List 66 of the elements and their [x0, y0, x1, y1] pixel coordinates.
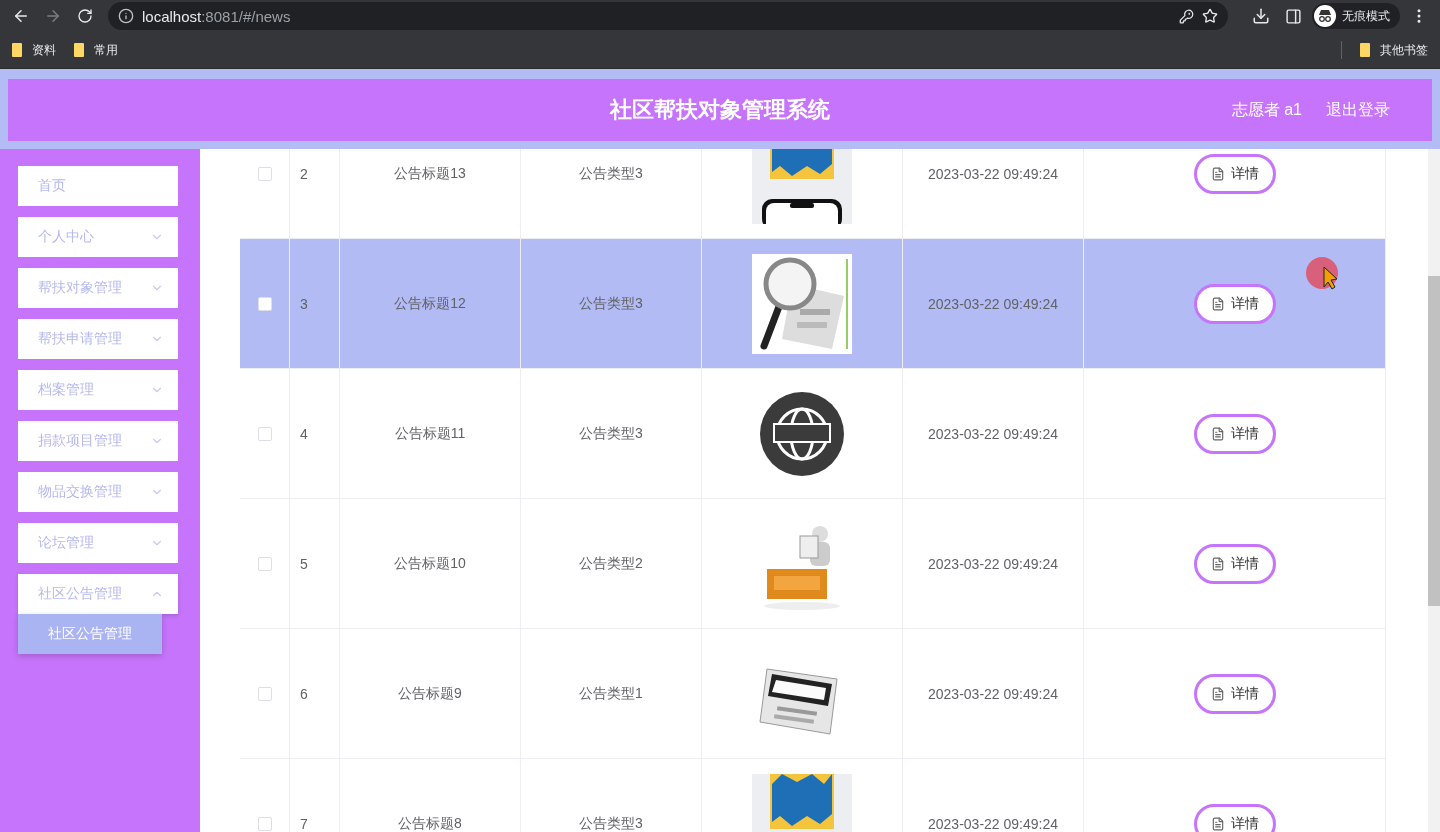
profile-button[interactable]: 无痕模式: [1312, 3, 1400, 29]
title-cell: 公告标题8: [398, 814, 462, 832]
detail-button[interactable]: 详情: [1193, 543, 1276, 584]
key-icon[interactable]: [1179, 8, 1194, 24]
row-checkbox[interactable]: [257, 166, 272, 181]
scrollbar[interactable]: [1428, 149, 1440, 832]
index-cell: 7: [300, 815, 308, 832]
download-icon[interactable]: [1252, 7, 1270, 25]
table-row[interactable]: 6 公告标题9 公告类型1 2023-03-22 09:49:24 详情: [240, 629, 1386, 759]
detail-button[interactable]: 详情: [1193, 673, 1276, 714]
type-cell: 公告类型3: [579, 424, 643, 443]
row-checkbox[interactable]: [257, 556, 272, 571]
folder-icon: [12, 43, 22, 57]
title-cell: 公告标题12: [394, 294, 466, 313]
type-cell: 公告类型3: [579, 164, 643, 183]
detail-button[interactable]: 详情: [1193, 413, 1276, 454]
info-icon: [118, 8, 134, 24]
document-icon: [1210, 816, 1225, 831]
table-row[interactable]: 4 公告标题11 公告类型3 2023-03-22 09:49:24 详情: [240, 369, 1386, 499]
title-cell: 公告标题13: [394, 164, 466, 183]
side-panel-icon[interactable]: [1284, 7, 1302, 25]
star-icon[interactable]: [1202, 8, 1218, 24]
type-cell: 公告类型3: [579, 814, 643, 832]
time-cell: 2023-03-22 09:49:24: [928, 815, 1058, 832]
index-cell: 2: [300, 165, 308, 182]
index-cell: 6: [300, 685, 308, 702]
table-row[interactable]: 2 公告标题13 公告类型3 2023-03-22 09:49:24 详情: [240, 149, 1386, 239]
incognito-icon: [1314, 5, 1336, 27]
detail-button[interactable]: 详情: [1193, 283, 1276, 324]
table-row[interactable]: 5 公告标题10 公告类型2 2023-03-22 09:49:24 详情: [240, 499, 1386, 629]
row-checkbox[interactable]: [257, 686, 272, 701]
row-checkbox[interactable]: [257, 296, 272, 311]
folder-icon: [1360, 43, 1370, 57]
bookmark-folder[interactable]: 常用: [74, 41, 118, 59]
document-icon: [1210, 686, 1225, 701]
back-icon[interactable]: [12, 7, 30, 25]
index-cell: 5: [300, 555, 308, 572]
time-cell: 2023-03-22 09:49:24: [928, 685, 1058, 702]
folder-icon: [74, 43, 84, 57]
index-cell: 3: [300, 295, 308, 312]
index-cell: 4: [300, 425, 308, 442]
detail-button[interactable]: 详情: [1193, 153, 1276, 194]
title-cell: 公告标题11: [394, 424, 466, 443]
reload-icon[interactable]: [77, 8, 93, 24]
time-cell: 2023-03-22 09:49:24: [928, 295, 1058, 312]
row-checkbox[interactable]: [257, 426, 272, 441]
document-icon: [1210, 296, 1225, 311]
title-cell: 公告标题10: [394, 554, 466, 573]
document-icon: [1210, 556, 1225, 571]
time-cell: 2023-03-22 09:49:24: [928, 165, 1058, 182]
site-title: 社区帮扶对象管理系统: [610, 96, 830, 124]
detail-button[interactable]: 详情: [1193, 803, 1276, 832]
type-cell: 公告类型2: [579, 554, 643, 573]
time-cell: 2023-03-22 09:49:24: [928, 425, 1058, 442]
type-cell: 公告类型3: [579, 294, 643, 313]
document-icon: [1210, 166, 1225, 181]
address-bar[interactable]: localhost:8081/#/news: [108, 2, 1228, 30]
row-checkbox[interactable]: [257, 816, 272, 831]
table-row[interactable]: 3 公告标题12 公告类型3 2023-03-22 09:49:24 详情: [240, 239, 1386, 369]
user-name: 志愿者 a1: [1231, 99, 1302, 120]
time-cell: 2023-03-22 09:49:24: [928, 555, 1058, 572]
document-icon: [1210, 426, 1225, 441]
title-cell: 公告标题9: [398, 684, 462, 703]
type-cell: 公告类型1: [579, 684, 643, 703]
bookmark-folder[interactable]: 资料: [12, 41, 56, 59]
bookmark-folder[interactable]: 其他书签: [1360, 41, 1428, 59]
